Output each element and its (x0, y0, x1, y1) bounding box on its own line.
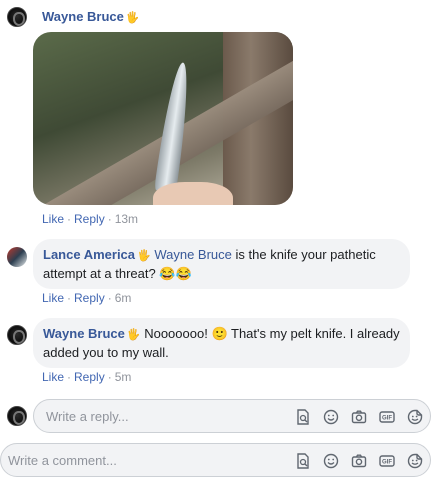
comment-text: Nooooooo! (140, 326, 212, 341)
timestamp[interactable]: 6m (115, 291, 132, 305)
wave-icon: 🖐 (126, 329, 141, 341)
emoji: 🙂 (211, 326, 228, 341)
comment-photo[interactable] (33, 32, 293, 205)
comment-header: Wayne Bruce 🖐 (42, 9, 140, 24)
comment-input[interactable]: Write a comment... GIF (0, 443, 431, 477)
like-link[interactable]: Like (42, 212, 64, 226)
timestamp[interactable]: 5m (115, 370, 132, 384)
avatar[interactable] (7, 7, 27, 27)
comment-actions: Like · Reply · 5m (42, 370, 132, 384)
emoji-icon[interactable] (322, 408, 340, 426)
camera-icon[interactable] (350, 452, 368, 470)
reply-input[interactable]: Write a reply... GIF (33, 399, 431, 433)
reply-link[interactable]: Reply (74, 212, 105, 226)
author-name[interactable]: Wayne Bruce (43, 326, 125, 341)
wave-icon: 🖐 (125, 12, 140, 24)
comment-bubble: Wayne Bruce 🖐 Nooooooo! 🙂 That's my pelt … (33, 318, 410, 368)
avatar (7, 406, 27, 426)
sticker-icon[interactable] (406, 452, 424, 470)
comment-actions: Like · Reply · 6m (42, 291, 132, 305)
timestamp[interactable]: 13m (115, 212, 138, 226)
gif-icon[interactable]: GIF (378, 408, 396, 426)
sticker-file-icon[interactable] (294, 452, 312, 470)
tagged-user[interactable]: Wayne Bruce (154, 247, 232, 262)
author-name[interactable]: Wayne Bruce (42, 9, 124, 24)
reply-placeholder: Write a reply... (46, 409, 129, 424)
like-link[interactable]: Like (42, 370, 64, 384)
input-icons: GIF (294, 452, 424, 470)
comment-actions: Like · Reply · 13m (42, 212, 139, 226)
camera-icon[interactable] (350, 408, 368, 426)
emoji-icon[interactable] (322, 452, 340, 470)
sticker-file-icon[interactable] (294, 408, 312, 426)
avatar[interactable] (7, 247, 27, 267)
avatar[interactable] (7, 325, 27, 345)
comment-placeholder: Write a comment... (8, 453, 117, 468)
input-icons: GIF (294, 408, 424, 426)
emoji: 😂😂 (159, 266, 192, 281)
gif-icon[interactable]: GIF (378, 452, 396, 470)
wave-icon: 🖐 (137, 250, 151, 262)
sticker-icon[interactable] (406, 408, 424, 426)
reply-link[interactable]: Reply (74, 291, 105, 305)
svg-text:GIF: GIF (382, 416, 392, 422)
like-link[interactable]: Like (42, 291, 64, 305)
reply-link[interactable]: Reply (74, 370, 105, 384)
comment-bubble: Lance America 🖐 Wayne Bruce is the knife … (33, 239, 410, 289)
svg-text:GIF: GIF (382, 460, 392, 466)
author-name[interactable]: Lance America (43, 247, 135, 262)
